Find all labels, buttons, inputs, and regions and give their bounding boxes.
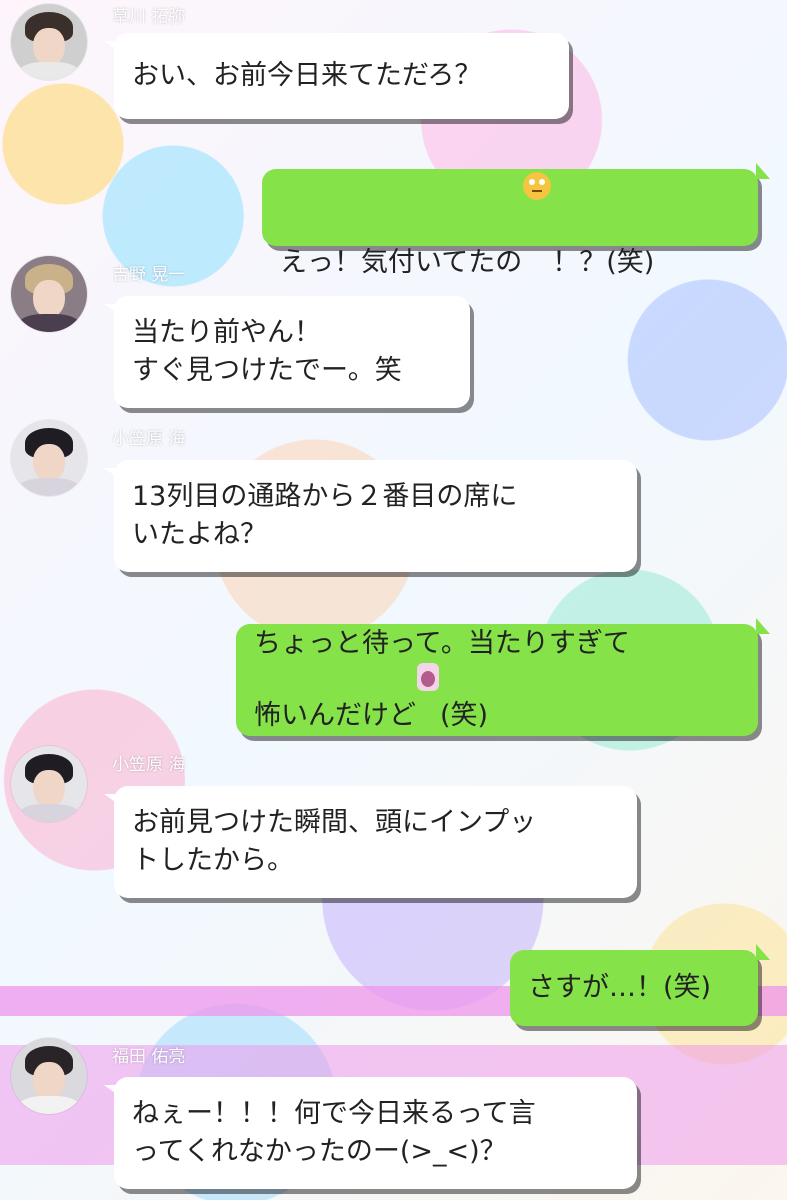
avatar-fukuda[interactable] — [11, 1038, 87, 1114]
message-text: えっ！気付いてたの ！？(笑) — [280, 134, 654, 282]
message-text: ねぇー！！！何で今日来るって言 ってくれなかったのー(>_<)？ — [132, 1098, 536, 1167]
sender-name: 小笠原 海 — [112, 755, 186, 775]
avatar-ogasawara[interactable] — [11, 746, 87, 822]
avatar-ogasawara[interactable] — [11, 420, 87, 496]
sender-name: 吉野 晃一 — [112, 265, 186, 285]
message-bubble-outgoing[interactable]: えっ！気付いてたの ！？(笑) — [262, 163, 770, 278]
message-text: 当たり前やん！ すぐ見つけたでー。笑 — [132, 317, 402, 386]
avatar-yoshino[interactable] — [11, 256, 87, 332]
message-text: ちょっと待って。当たりすぎて 怖いんだけど (笑) — [254, 628, 630, 731]
message-bubble-outgoing[interactable]: ちょっと待って。当たりすぎて 怖いんだけど (笑) — [236, 618, 770, 736]
sender-name: 小笠原 海 — [112, 429, 186, 449]
message-bubble-incoming[interactable]: 13列目の通路から２番目の席に いたよね？ — [104, 460, 637, 572]
message-text: 13列目の通路から２番目の席に いたよね？ — [132, 481, 518, 550]
scream-emoji-icon — [417, 663, 439, 691]
message-text: さすが…！(笑) — [528, 972, 712, 1003]
message-text: お前見つけた瞬間、頭にインプッ トしたから。 — [132, 807, 537, 876]
message-text: おい、お前今日来てただろ？ — [132, 60, 482, 91]
message-bubble-incoming[interactable]: ねぇー！！！何で今日来るって言 ってくれなかったのー(>_<)？ — [104, 1077, 637, 1189]
avatar-kusakawa[interactable] — [11, 4, 87, 80]
sender-name: 草川 拓弥 — [112, 7, 186, 27]
message-bubble-incoming[interactable]: 当たり前やん！ すぐ見つけたでー。笑 — [104, 296, 470, 408]
message-bubble-incoming[interactable]: おい、お前今日来てただろ？ — [104, 33, 569, 119]
rolling-eyes-emoji-icon — [523, 171, 552, 200]
message-bubble-incoming[interactable]: お前見つけた瞬間、頭にインプッ トしたから。 — [104, 786, 637, 898]
sender-name: 福田 佑亮 — [112, 1047, 186, 1067]
message-bubble-outgoing[interactable]: さすが…！(笑) — [510, 944, 770, 1026]
